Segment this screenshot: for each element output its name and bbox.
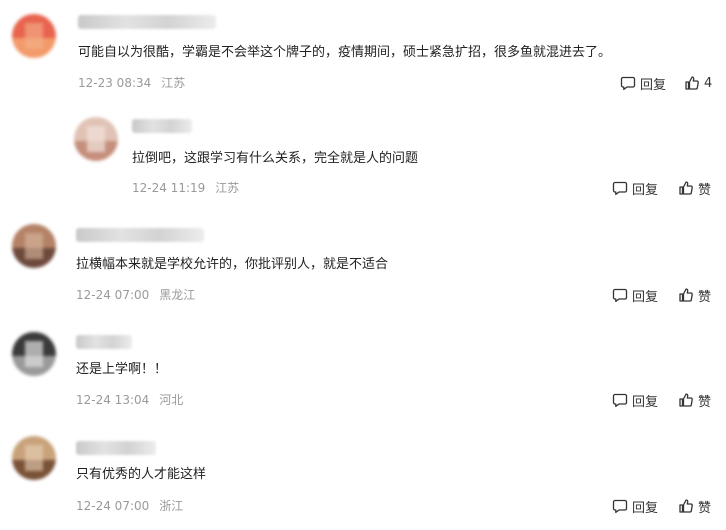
reply-button[interactable]: 回复: [620, 74, 667, 93]
username-blurred[interactable]: [78, 15, 216, 29]
user-avatar[interactable]: [12, 224, 56, 268]
comment-item: 只有优秀的人才能这样 12-24 07:00 浙江 回复 赞: [0, 422, 726, 530]
username-blurred[interactable]: [132, 119, 192, 133]
like-count: 4: [704, 75, 713, 91]
comment-location: 江苏: [161, 76, 186, 90]
username-blurred[interactable]: [76, 228, 204, 242]
thumbs-up-icon: [679, 181, 693, 195]
comment-time: 12-24 07:00: [76, 288, 150, 302]
comment-bubble-icon: [612, 499, 628, 514]
comment-bubble-icon: [612, 393, 628, 408]
comment-bubble-icon: [612, 288, 628, 303]
username-blurred[interactable]: [76, 441, 156, 455]
reply-label: 回复: [632, 500, 659, 516]
like-button[interactable]: 4: [684, 74, 712, 92]
comment-text: 拉倒吧，这跟学习有什么关系，完全就是人的问题: [132, 151, 419, 166]
comment-meta: 12-23 08:34 江苏: [78, 75, 185, 91]
comment-time: 12-23 08:34: [78, 76, 152, 90]
user-avatar[interactable]: [74, 117, 118, 161]
user-avatar[interactable]: [12, 14, 56, 58]
comment-location: 河北: [159, 393, 184, 407]
like-button[interactable]: 赞: [678, 286, 712, 305]
reply-label: 回复: [640, 77, 667, 93]
comment-time: 12-24 11:19: [132, 181, 206, 195]
username-blurred[interactable]: [76, 335, 132, 349]
comment-item: 拉倒吧，这跟学习有什么关系，完全就是人的问题 12-24 11:19 江苏 回复 …: [0, 104, 726, 210]
user-avatar[interactable]: [12, 332, 56, 376]
comment-time: 12-24 13:04: [76, 393, 150, 407]
comment-bubble-icon: [612, 181, 628, 196]
comment-meta: 12-24 07:00 浙江: [76, 498, 183, 514]
comment-text: 还是上学啊！！: [76, 362, 168, 377]
comment-time: 12-24 07:00: [76, 499, 150, 513]
like-button[interactable]: 赞: [678, 179, 712, 198]
reply-button[interactable]: 回复: [612, 286, 659, 305]
like-label: 赞: [698, 182, 712, 198]
like-label: 赞: [698, 289, 712, 305]
comment-meta: 12-24 13:04 河北: [76, 392, 183, 408]
like-button[interactable]: 赞: [678, 497, 712, 516]
reply-label: 回复: [632, 289, 659, 305]
thumbs-up-icon: [679, 393, 693, 407]
reply-button[interactable]: 回复: [612, 179, 659, 198]
comment-location: 浙江: [159, 499, 184, 513]
thumbs-up-icon: [679, 499, 693, 513]
comment-item: 可能自以为很酷，学霸是不会举这个牌子的，疫情期间，硕士紧急扩招，很多鱼就混进去了…: [0, 0, 726, 104]
comment-text: 可能自以为很酷，学霸是不会举这个牌子的，疫情期间，硕士紧急扩招，很多鱼就混进去了…: [78, 45, 612, 60]
like-button[interactable]: 赞: [678, 391, 712, 410]
reply-label: 回复: [632, 394, 659, 410]
comment-item: 拉横幅本来就是学校允许的，你批评别人，就是不适合 12-24 07:00 黑龙江 …: [0, 210, 726, 316]
comment-location: 江苏: [215, 181, 240, 195]
user-avatar[interactable]: [12, 436, 56, 480]
reply-button[interactable]: 回复: [612, 391, 659, 410]
like-label: 赞: [698, 394, 712, 410]
reply-button[interactable]: 回复: [612, 497, 659, 516]
comment-meta: 12-24 07:00 黑龙江: [76, 287, 195, 303]
comment-item: 还是上学啊！！ 12-24 13:04 河北 回复 赞: [0, 316, 726, 422]
comment-meta: 12-24 11:19 江苏: [132, 180, 239, 196]
comment-location: 黑龙江: [159, 288, 196, 302]
comment-bubble-icon: [620, 76, 636, 91]
like-label: 赞: [698, 500, 712, 516]
comment-text: 只有优秀的人才能这样: [76, 467, 207, 482]
reply-label: 回复: [632, 182, 659, 198]
comment-text: 拉横幅本来就是学校允许的，你批评别人，就是不适合: [76, 257, 389, 272]
thumbs-up-icon: [685, 76, 699, 90]
thumbs-up-icon: [679, 288, 693, 302]
